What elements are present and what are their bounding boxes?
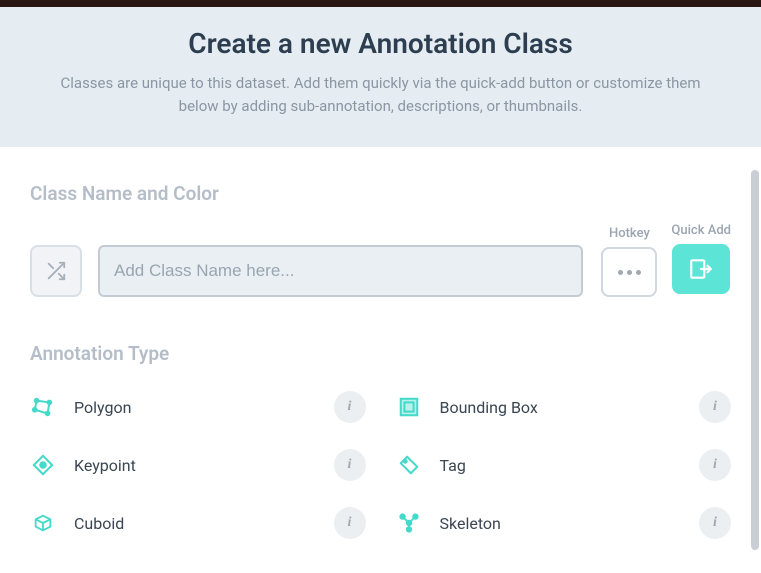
export-arrow-icon <box>688 256 714 282</box>
polygon-icon <box>30 394 56 420</box>
type-label: Bounding Box <box>440 398 682 417</box>
dialog-header: Create a new Annotation Class Classes ar… <box>0 7 761 147</box>
scrollbar[interactable] <box>751 150 761 550</box>
tag-icon <box>396 452 422 478</box>
type-section-label: Annotation Type <box>30 342 731 365</box>
dialog-title: Create a new Annotation Class <box>40 27 721 60</box>
hotkey-button[interactable] <box>601 247 657 297</box>
bbox-icon <box>396 394 422 420</box>
type-label: Cuboid <box>74 514 316 533</box>
info-button[interactable]: i <box>334 449 366 481</box>
type-option-bounding-box[interactable]: Bounding Box i <box>396 387 732 427</box>
info-button[interactable]: i <box>699 507 731 539</box>
cuboid-icon <box>30 510 56 536</box>
class-name-input[interactable] <box>98 245 583 297</box>
window-top-bar <box>0 0 761 7</box>
keypoint-icon <box>30 452 56 478</box>
type-label: Polygon <box>74 398 316 417</box>
type-option-skeleton[interactable]: Skeleton i <box>396 503 732 543</box>
ellipsis-icon <box>618 270 641 275</box>
type-option-keypoint[interactable]: Keypoint i <box>30 445 366 485</box>
scrollbar-thumb[interactable] <box>751 170 759 550</box>
shuffle-color-button[interactable] <box>30 245 82 297</box>
type-option-polygon[interactable]: Polygon i <box>30 387 366 427</box>
info-button[interactable]: i <box>334 507 366 539</box>
dialog-subtitle: Classes are unique to this dataset. Add … <box>41 72 721 117</box>
hotkey-label: Hotkey <box>609 226 650 241</box>
info-button[interactable]: i <box>699 449 731 481</box>
dialog-content: Class Name and Color Hotkey <box>0 147 761 573</box>
info-button[interactable]: i <box>699 391 731 423</box>
name-section-label: Class Name and Color <box>30 182 731 205</box>
type-label: Skeleton <box>440 514 682 533</box>
quick-add-button[interactable] <box>672 244 730 294</box>
info-button[interactable]: i <box>334 391 366 423</box>
quickadd-label: Quick Add <box>671 223 731 238</box>
type-option-tag[interactable]: Tag i <box>396 445 732 485</box>
shuffle-icon <box>45 260 67 282</box>
skeleton-icon <box>396 510 422 536</box>
type-option-cuboid[interactable]: Cuboid i <box>30 503 366 543</box>
type-label: Keypoint <box>74 456 316 475</box>
type-label: Tag <box>440 456 682 475</box>
